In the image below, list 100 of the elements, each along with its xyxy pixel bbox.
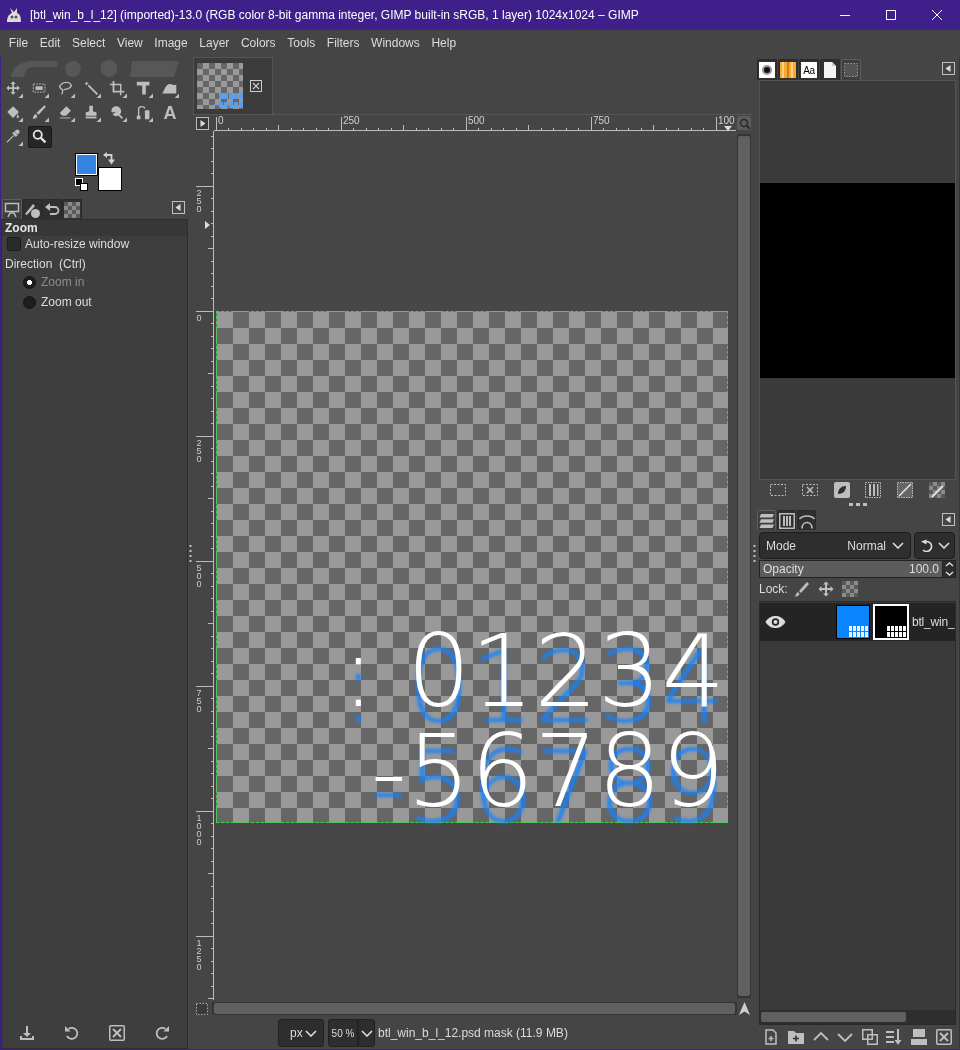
opacity-slider[interactable]: Opacity 100.0 xyxy=(759,560,943,578)
navigate-button[interactable] xyxy=(739,1002,750,1015)
easel-icon xyxy=(4,201,20,218)
checker-pen-icon xyxy=(929,482,946,498)
menu-item[interactable]: File xyxy=(3,30,34,57)
checkbox[interactable] xyxy=(7,237,21,251)
chevron-down-icon xyxy=(305,1029,317,1037)
mini-squares-icon[interactable] xyxy=(75,178,88,191)
image-tab[interactable] xyxy=(193,57,273,114)
undo-history-tab[interactable] xyxy=(42,199,62,219)
device-status-tab[interactable] xyxy=(22,199,42,219)
close-icon xyxy=(932,10,942,20)
mode-value: Normal xyxy=(847,538,886,553)
scrollbar-thumb[interactable] xyxy=(761,1012,906,1022)
close-box-icon xyxy=(935,1029,952,1045)
background-color-swatch[interactable] xyxy=(98,167,122,191)
zoom-tool-button[interactable] xyxy=(28,126,52,148)
menu-item[interactable]: Select xyxy=(66,30,112,57)
rotate-right-icon xyxy=(154,1024,171,1041)
pipette-icon xyxy=(5,128,23,146)
quick-mask-button[interactable] xyxy=(196,1002,208,1015)
dashed-line-icon xyxy=(897,482,914,498)
image-menu-button[interactable] xyxy=(196,117,209,130)
rotate-left-icon xyxy=(63,1024,80,1041)
opacity-value: 100.0 xyxy=(908,562,939,576)
layers-tab[interactable] xyxy=(757,510,776,530)
brush-dot-icon xyxy=(759,62,775,78)
swap-arrows-icon[interactable] xyxy=(103,152,115,165)
foreground-color-swatch[interactable] xyxy=(75,153,98,176)
brush-icon xyxy=(793,581,810,597)
stacked-blocks-icon xyxy=(911,1029,928,1045)
menu-item[interactable]: Filters xyxy=(321,30,366,57)
menu-item[interactable]: Tools xyxy=(281,30,322,57)
t-shape-icon xyxy=(135,80,153,98)
panel-menu-button[interactable] xyxy=(172,201,185,214)
stripes-icon xyxy=(780,62,796,78)
eye-icon xyxy=(764,615,786,629)
opacity-spin-button[interactable] xyxy=(943,560,956,578)
images-tab[interactable] xyxy=(62,199,82,219)
close-tab-button[interactable] xyxy=(250,80,262,92)
menu-item[interactable]: Windows xyxy=(365,30,426,57)
mode-label: Mode xyxy=(766,538,798,553)
menu-item[interactable]: Edit xyxy=(33,30,67,57)
text-tool-button[interactable]: A xyxy=(158,102,182,124)
triangle-box-icon xyxy=(196,117,209,130)
ruler-label: 250 xyxy=(343,116,360,126)
chevron-down-icon xyxy=(892,542,904,549)
arrowhead-icon xyxy=(739,1002,750,1015)
magnifier-icon xyxy=(738,117,750,129)
close-box-icon xyxy=(109,1024,126,1041)
mask-thumbnail xyxy=(873,604,909,640)
composite-mode-button[interactable] xyxy=(914,532,955,559)
curves-icon xyxy=(798,512,815,529)
channels-tab[interactable] xyxy=(777,510,796,530)
patterns-tab[interactable] xyxy=(778,59,798,80)
bars-icon xyxy=(865,482,882,498)
menu-item[interactable]: Layer xyxy=(193,30,236,57)
grip-icon xyxy=(848,502,867,506)
rotate-icon xyxy=(919,539,933,552)
paths-tab[interactable] xyxy=(797,510,816,530)
fonts-tab[interactable]: Aa xyxy=(799,59,819,80)
panel-menu-button[interactable] xyxy=(942,62,955,75)
radio-label: Zoom out xyxy=(41,295,92,309)
menu-item[interactable]: Colors xyxy=(235,30,282,57)
zoom-dropdown-button[interactable] xyxy=(358,1019,375,1047)
leaf-square-icon xyxy=(833,482,850,498)
tool-options-tab[interactable] xyxy=(2,199,22,219)
dashed-rectangle-icon xyxy=(31,80,49,98)
ruler-label: 0 xyxy=(218,116,224,126)
menu-item[interactable]: Image xyxy=(148,30,194,57)
panel-menu-button[interactable] xyxy=(942,512,955,526)
brush-icon xyxy=(31,104,49,122)
eraser-icon xyxy=(57,104,75,122)
brushes-tab[interactable] xyxy=(757,59,777,80)
mode-dropdown[interactable]: Mode Normal xyxy=(759,532,911,559)
ruler-marker-icon xyxy=(205,221,210,229)
menu-item[interactable]: View xyxy=(111,30,149,57)
checker-icon xyxy=(64,201,80,218)
zoom-field[interactable]: 50 % xyxy=(328,1019,358,1047)
documents-tab[interactable] xyxy=(820,59,840,80)
grip-icon xyxy=(188,544,192,562)
layer-row[interactable]: btl_win_ xyxy=(760,603,955,641)
lines-arrow-icon xyxy=(886,1029,903,1045)
magnifier-icon xyxy=(31,128,49,146)
unit-dropdown[interactable]: px xyxy=(278,1019,324,1047)
undo-arrow-icon xyxy=(44,201,60,218)
radio-button[interactable] xyxy=(23,295,36,309)
checkbox-label: Auto-resize window xyxy=(25,237,130,251)
menu-item[interactable]: Help xyxy=(425,30,462,57)
close-box-icon xyxy=(250,80,262,92)
pen-disc-icon xyxy=(24,201,40,218)
lock-label: Lock: xyxy=(759,582,788,596)
chevron-down-icon xyxy=(360,1029,373,1037)
lasso-icon xyxy=(57,80,75,98)
triangle-box-icon xyxy=(942,62,955,75)
radio-label: Zoom in xyxy=(41,275,85,289)
ruler-label: 750 xyxy=(593,116,610,126)
selection-tab[interactable] xyxy=(841,59,861,80)
horizontal-scrollbar[interactable] xyxy=(760,1010,955,1024)
move-icon xyxy=(817,581,834,597)
